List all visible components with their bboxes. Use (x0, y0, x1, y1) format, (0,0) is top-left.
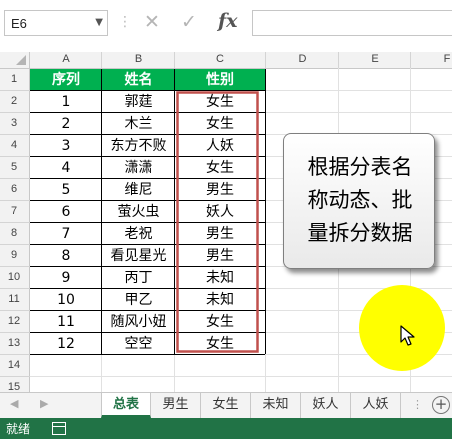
row-header[interactable]: 3 (0, 117, 28, 129)
table-cell[interactable]: 未知 (175, 267, 265, 289)
table-cell[interactable]: 空空 (102, 333, 175, 355)
table-cell[interactable]: 看见星光 (102, 245, 175, 267)
table-cell[interactable]: 9 (30, 267, 102, 289)
row-header[interactable]: 6 (0, 183, 28, 195)
table-cell[interactable]: 萤火虫 (102, 201, 175, 223)
row-header[interactable]: 8 (0, 227, 28, 239)
column-header-f[interactable]: F (411, 53, 452, 65)
name-box-value: E6 (11, 16, 27, 31)
table-cell[interactable]: 潇潇 (102, 157, 175, 179)
button-shape-text: 根据分表名 称动态、批 量拆分数据 (284, 151, 436, 250)
table-cell[interactable]: 妖人 (175, 201, 265, 223)
table-cell[interactable]: 4 (30, 157, 102, 179)
row-header[interactable]: 2 (0, 95, 28, 107)
table-cell[interactable]: 女生 (175, 113, 265, 135)
table-cell[interactable]: 人妖 (175, 135, 265, 157)
table-cell[interactable]: 女生 (175, 157, 265, 179)
button-text-line: 称动态、批 (307, 188, 413, 212)
table-cell[interactable]: 维尼 (102, 179, 175, 201)
tab-scroll-right-icon[interactable]: ▶ (40, 397, 48, 410)
row-header[interactable]: 4 (0, 139, 28, 151)
table-cell[interactable]: 郭莛 (102, 91, 175, 113)
sheet-tab-renyao[interactable]: 人妖 (351, 393, 401, 418)
formula-bar-grip: ⋮ (118, 14, 133, 30)
row-header[interactable]: 5 (0, 161, 28, 173)
row-header[interactable]: 15 (0, 381, 28, 392)
table-cell[interactable]: 女生 (175, 311, 265, 333)
mouse-pointer-icon (400, 325, 415, 346)
table-cell[interactable]: 7 (30, 223, 102, 245)
table-cell[interactable]: 11 (30, 311, 102, 333)
table-cell[interactable]: 男生 (175, 179, 265, 201)
table-header-cell[interactable]: 序列 (30, 69, 102, 91)
row-header[interactable]: 14 (0, 359, 28, 371)
macro-record-icon[interactable] (52, 422, 66, 435)
table-header-cell[interactable]: 性别 (175, 69, 265, 91)
fx-icon[interactable]: fx (218, 10, 238, 32)
button-text-line: 根据分表名 (307, 155, 413, 179)
table-cell[interactable]: 东方不败 (102, 135, 175, 157)
tab-scroll-left-icon[interactable]: ◀ (10, 397, 18, 410)
table-cell[interactable]: 10 (30, 289, 102, 311)
tabs-more-icon[interactable]: ⋮ (412, 398, 423, 411)
table-cell[interactable]: 1 (30, 91, 102, 113)
table-cell[interactable]: 木兰 (102, 113, 175, 135)
table-cell[interactable]: 2 (30, 113, 102, 135)
sheet-tabs-bar: ◀ ▶ 总表 男生 女生 未知 妖人 人妖 ⋮ + (0, 392, 452, 418)
row-header[interactable]: 9 (0, 249, 28, 261)
table-cell[interactable]: 女生 (175, 333, 265, 355)
table-cell[interactable]: 6 (30, 201, 102, 223)
table-cell[interactable]: 12 (30, 333, 102, 355)
check-icon[interactable]: ✓ (181, 11, 197, 33)
status-ready-text: 就绪 (6, 422, 31, 436)
row-header[interactable]: 12 (0, 315, 28, 327)
column-header-a[interactable]: A (30, 53, 102, 65)
table-cell[interactable]: 男生 (175, 223, 265, 245)
row-header[interactable]: 13 (0, 337, 28, 349)
name-box[interactable]: E6 ▼ (4, 10, 108, 36)
close-icon[interactable]: ✕ (144, 11, 160, 33)
table-cell[interactable]: 丙丁 (102, 267, 175, 289)
status-bar: 就绪 (0, 418, 452, 439)
table-cell[interactable]: 男生 (175, 245, 265, 267)
table-cell[interactable]: 女生 (175, 91, 265, 113)
formula-input[interactable] (252, 10, 452, 36)
add-sheet-icon[interactable]: + (432, 396, 450, 414)
table-header-cell[interactable]: 姓名 (102, 69, 175, 91)
table-cell[interactable]: 5 (30, 179, 102, 201)
row-header[interactable]: 10 (0, 271, 28, 283)
chevron-down-icon[interactable]: ▼ (95, 17, 103, 28)
sheet-tab-female[interactable]: 女生 (201, 393, 251, 418)
sheet-tab-total[interactable]: 总表 (101, 393, 151, 418)
table-cell[interactable]: 随风小妞 (102, 311, 175, 333)
column-header-c[interactable]: C (175, 53, 265, 65)
formula-bar: E6 ▼ ⋮ ✕ ✓ fx (0, 0, 452, 52)
button-text-line: 量拆分数据 (307, 221, 413, 245)
column-header-b[interactable]: B (102, 53, 175, 65)
column-header-d[interactable]: D (266, 53, 339, 65)
table-cell[interactable]: 老祝 (102, 223, 175, 245)
row-header[interactable]: 1 (0, 73, 28, 85)
table-cell[interactable]: 3 (30, 135, 102, 157)
sheet-tab-male[interactable]: 男生 (151, 393, 201, 418)
split-data-button-shape[interactable]: 根据分表名 称动态、批 量拆分数据 (283, 133, 435, 269)
sheet-tab-unknown[interactable]: 未知 (251, 393, 301, 418)
table-cell[interactable]: 未知 (175, 289, 265, 311)
row-header[interactable]: 11 (0, 293, 28, 305)
sheet-tab-yaoren[interactable]: 妖人 (301, 393, 351, 418)
table-cell[interactable]: 甲乙 (102, 289, 175, 311)
column-header-e[interactable]: E (339, 53, 411, 65)
table-cell[interactable]: 8 (30, 245, 102, 267)
row-header[interactable]: 7 (0, 205, 28, 217)
